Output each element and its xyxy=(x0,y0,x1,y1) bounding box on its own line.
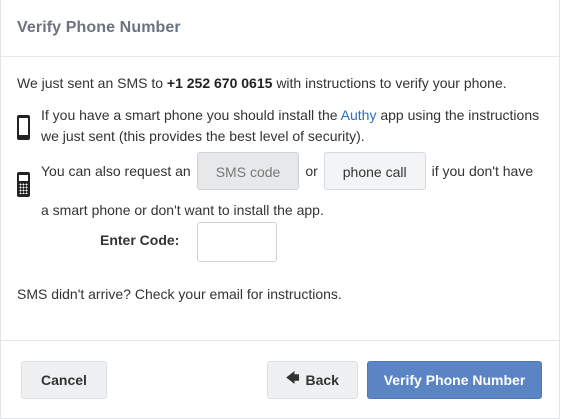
featurephone-row: You can also request an SMS code or phon… xyxy=(17,152,549,221)
smartphone-row: If you have a smart phone you should ins… xyxy=(17,105,549,147)
back-button[interactable]: 🡄 Back xyxy=(267,361,358,399)
intro-suffix: with instructions to verify your phone. xyxy=(276,75,507,91)
featurephone-text-after: if you don't have xyxy=(431,162,534,179)
cancel-button[interactable]: Cancel xyxy=(21,361,107,399)
enter-code-label: Enter Code: xyxy=(100,232,180,248)
or-text: or xyxy=(305,162,318,179)
featurephone-icon xyxy=(17,172,30,197)
sms-code-button[interactable]: SMS code xyxy=(196,152,300,190)
arrow-left-icon: 🡄 xyxy=(286,370,300,385)
authy-link[interactable]: Authy xyxy=(341,107,377,123)
intro-prefix: We just sent an SMS to xyxy=(17,75,164,91)
dialog-title: Verify Phone Number xyxy=(17,19,181,36)
dialog-header: Verify Phone Number xyxy=(1,0,559,57)
featurephone-line2: a smart phone or don't want to install t… xyxy=(41,202,324,218)
cancel-label: Cancel xyxy=(41,372,87,388)
phone-number: +1 252 670 0615 xyxy=(166,75,273,91)
intro-text: We just sent an SMS to +1 252 670 0615 w… xyxy=(17,73,507,94)
sms-help-text: SMS didn't arrive? Check your email for … xyxy=(17,286,342,302)
verify-phone-button[interactable]: Verify Phone Number xyxy=(367,361,542,399)
back-label: Back xyxy=(305,372,339,388)
smartphone-icon xyxy=(17,115,30,140)
featurephone-text-before: You can also request an xyxy=(41,162,191,179)
verify-phone-dialog: Verify Phone Number We just sent an SMS … xyxy=(0,0,560,419)
dialog-footer: Cancel 🡄 Back Verify Phone Number xyxy=(1,340,559,419)
verify-label: Verify Phone Number xyxy=(383,372,526,388)
code-input[interactable] xyxy=(197,222,277,262)
smartphone-text-before: If you have a smart phone you should ins… xyxy=(41,107,338,123)
phone-call-button[interactable]: phone call xyxy=(323,152,426,190)
